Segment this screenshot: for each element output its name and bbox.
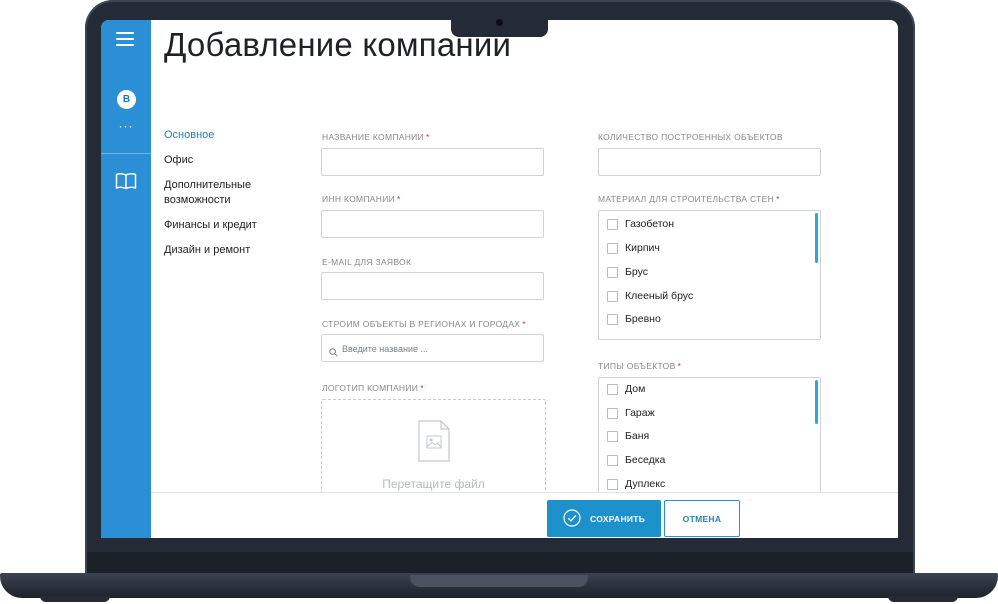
company-name-label-text: НАЗВАНИЕ КОМПАНИИ (322, 132, 424, 142)
checkbox[interactable] (607, 407, 618, 419)
checkbox[interactable] (607, 313, 618, 325)
save-button-label: СОХРАНИТЬ (590, 514, 646, 524)
check-circle-icon (563, 509, 581, 530)
hamburger-menu-icon[interactable] (116, 32, 134, 46)
inn-input[interactable] (321, 210, 544, 238)
wall-material-label: МАТЕРИАЛ ДЛЯ СТРОИТЕЛЬСТВА СТЕН * (598, 194, 780, 204)
objects-count-label: КОЛИЧЕСТВО ПОСТРОЕННЫХ ОБЪЕКТОВ (598, 132, 783, 142)
wall-material-label-text: МАТЕРИАЛ ДЛЯ СТРОИТЕЛЬСТВА СТЕН (598, 194, 775, 204)
checkbox-item[interactable]: Брус (607, 265, 648, 279)
email-input[interactable] (321, 272, 544, 300)
nav-item-office[interactable]: Офис (164, 153, 294, 168)
laptop-foot-right (888, 596, 958, 602)
search-icon (329, 344, 338, 362)
regions-search-input[interactable] (340, 335, 540, 363)
more-dots-icon[interactable]: ··· (117, 120, 135, 132)
regions-label: СТРОИМ ОБЪЕКТЫ В РЕГИОНАХ И ГОРОДАХ * (322, 319, 526, 329)
regions-search-box[interactable] (321, 334, 544, 363)
checkbox-item[interactable]: Баня (607, 429, 649, 443)
rail-divider (101, 153, 151, 154)
logo-label-text: ЛОГОТИП КОМПАНИИ (322, 383, 419, 393)
checkbox-item[interactable]: Бревно (607, 312, 661, 326)
regions-label-text: СТРОИМ ОБЪЕКТЫ В РЕГИОНАХ И ГОРОДАХ (322, 319, 521, 329)
object-types-label-text: ТИПЫ ОБЪЕКТОВ (598, 361, 676, 371)
object-types-list[interactable]: Дом Гараж Баня Беседка Дуплекс (598, 377, 821, 507)
checkbox[interactable] (607, 430, 618, 442)
nav-item-design-repair[interactable]: Дизайн и ремонт (164, 243, 294, 258)
required-mark: * (776, 194, 780, 204)
email-label-text: E-MAIL ДЛЯ ЗАЯВОК (322, 257, 412, 267)
required-mark: * (522, 319, 526, 329)
nav-item-finance-credit[interactable]: Финансы и кредит (164, 218, 294, 233)
checkbox-label: Кирпич (625, 242, 660, 254)
laptop-base-notch (410, 575, 588, 587)
scrollbar-thumb[interactable] (815, 213, 818, 263)
checkbox-item[interactable]: Беседка (607, 453, 665, 467)
checkbox-label: Брус (625, 266, 648, 278)
required-mark: * (420, 383, 424, 393)
inn-label: ИНН КОМПАНИИ * (322, 194, 401, 204)
company-name-label: НАЗВАНИЕ КОМПАНИИ * (322, 132, 430, 142)
logo-label: ЛОГОТИП КОМПАНИИ * (322, 383, 424, 393)
checkbox[interactable] (607, 266, 618, 278)
app-screen: B ··· Добавление компании Основное Офис … (101, 20, 898, 538)
inn-label-text: ИНН КОМПАНИИ (322, 194, 396, 204)
wall-material-list[interactable]: Газобетон Кирпич Брус Клееный брус Бревн… (598, 210, 821, 340)
checkbox-item[interactable]: Кирпич (607, 241, 660, 255)
checkbox-label: Бревно (625, 313, 661, 325)
camera-icon (496, 19, 503, 26)
cancel-button[interactable]: ОТМЕНА (664, 500, 740, 537)
image-file-icon (418, 420, 450, 467)
scrollbar-thumb[interactable] (815, 380, 818, 424)
checkbox[interactable] (607, 454, 618, 466)
checkbox-item[interactable]: Дуплекс (607, 477, 665, 491)
required-mark: * (677, 361, 682, 371)
checkbox[interactable] (607, 242, 618, 254)
action-footer: СОХРАНИТЬ ОТМЕНА (151, 492, 898, 538)
checkbox[interactable] (607, 290, 618, 302)
email-label: E-MAIL ДЛЯ ЗАЯВОК (322, 257, 411, 267)
objects-count-label-text: КОЛИЧЕСТВО ПОСТРОЕННЫХ ОБЪЕКТОВ (598, 132, 783, 142)
checkbox-item[interactable]: Газобетон (607, 217, 674, 231)
checkbox[interactable] (607, 218, 618, 230)
section-nav: Основное Офис Дополнительные возможности… (164, 128, 294, 268)
laptop-foot-left (40, 596, 110, 602)
book-icon[interactable] (115, 172, 137, 195)
checkbox-label: Баня (625, 430, 650, 442)
required-mark: * (425, 132, 430, 142)
checkbox-label: Газобетон (625, 218, 675, 230)
nav-item-extra-features[interactable]: Дополнительные возможности (164, 178, 294, 208)
avatar[interactable]: B (117, 90, 136, 109)
checkbox-label: Дуплекс (625, 478, 666, 490)
object-types-label: ТИПЫ ОБЪЕКТОВ * (598, 361, 681, 371)
company-name-input[interactable] (321, 148, 544, 176)
objects-count-input[interactable] (598, 148, 821, 176)
dropzone-text: Перетащите файл (382, 477, 485, 491)
checkbox-label: Дом (625, 383, 646, 395)
checkbox-label: Беседка (625, 454, 666, 466)
checkbox-item[interactable]: Гараж (607, 406, 655, 420)
checkbox-label: Клееный брус (625, 290, 694, 302)
camera-notch (451, 14, 548, 37)
save-button[interactable]: СОХРАНИТЬ (547, 500, 661, 537)
checkbox-item[interactable]: Клееный брус (607, 289, 693, 303)
checkbox-item[interactable]: Дом (607, 382, 645, 396)
checkbox-label: Гараж (625, 407, 655, 419)
required-mark: * (397, 194, 401, 204)
left-rail: B ··· (101, 20, 151, 538)
checkbox[interactable] (607, 383, 618, 395)
nav-item-main[interactable]: Основное (164, 128, 294, 143)
checkbox[interactable] (607, 478, 618, 490)
